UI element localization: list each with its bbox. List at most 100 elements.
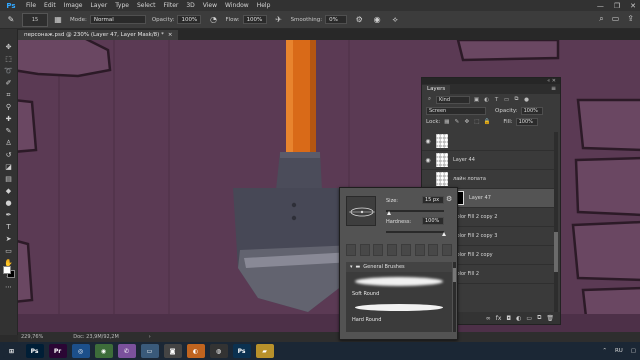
- lasso-tool-icon[interactable]: ➰: [3, 67, 15, 76]
- brush-stroke-preview[interactable]: [350, 274, 448, 288]
- layer-name[interactable]: Color Fill 2 copy 3: [453, 233, 497, 239]
- lock-move-icon[interactable]: ✥: [463, 118, 470, 125]
- menu-filter[interactable]: Filter: [160, 0, 183, 11]
- menu-select[interactable]: Select: [133, 0, 160, 11]
- eye-icon[interactable]: ◉: [422, 157, 434, 164]
- notification-icon[interactable]: ▢: [631, 348, 636, 354]
- pressure-opacity-icon[interactable]: ◔: [207, 14, 219, 26]
- windows-start-icon[interactable]: ⊞: [2, 344, 21, 358]
- layer-thumbnail[interactable]: [436, 153, 448, 167]
- camera-taskbar-icon[interactable]: ◙: [163, 344, 182, 358]
- brush-angle-preview[interactable]: [347, 197, 377, 227]
- brush-stroke-preview[interactable]: [350, 300, 448, 314]
- healing-tool-icon[interactable]: ✚: [3, 115, 15, 124]
- layer-row[interactable]: ◉ Layer 44: [422, 151, 555, 170]
- add-mask-icon[interactable]: ◘: [506, 315, 511, 322]
- premiere-taskbar-icon[interactable]: Pr: [48, 344, 67, 358]
- adjustment-layer-icon[interactable]: ◐: [516, 315, 521, 322]
- blur-tool-icon[interactable]: ◆: [3, 187, 15, 196]
- brush-name[interactable]: Hard Round: [346, 316, 452, 324]
- brush-size-slider[interactable]: [386, 210, 444, 215]
- gear-icon[interactable]: ⚙: [353, 14, 365, 26]
- brush-size-field[interactable]: 15 px: [422, 196, 444, 204]
- quick-select-tool-icon[interactable]: ✐: [3, 79, 15, 88]
- mode-select[interactable]: Normal: [89, 15, 146, 24]
- brush-popup-gear-icon[interactable]: ⚙: [446, 195, 452, 203]
- filter-toggle-icon[interactable]: ●: [523, 96, 530, 103]
- brush-name[interactable]: Soft Round: [346, 290, 452, 298]
- language-indicator[interactable]: RU: [615, 348, 623, 354]
- blend-mode-select[interactable]: Screen: [426, 106, 486, 115]
- search-icon[interactable]: ⌕: [599, 14, 603, 24]
- obs-taskbar-icon[interactable]: ◍: [209, 344, 228, 358]
- layers-scroll-thumb[interactable]: [554, 232, 558, 272]
- layer-thumbnail[interactable]: [436, 134, 448, 148]
- menu-file[interactable]: File: [22, 0, 40, 11]
- monitor-taskbar-icon[interactable]: ▭: [140, 344, 159, 358]
- marquee-tool-icon[interactable]: ⬚: [3, 55, 15, 64]
- photoshop-taskbar-icon[interactable]: Ps: [25, 344, 44, 358]
- opacity-field[interactable]: 100%: [177, 15, 202, 24]
- photoshop2-taskbar-icon[interactable]: Ps: [232, 344, 251, 358]
- fx-icon[interactable]: fx: [496, 315, 502, 322]
- cinema4d-taskbar-icon[interactable]: ◎: [71, 344, 90, 358]
- layer-thumbnail[interactable]: [436, 172, 448, 186]
- document-tab[interactable]: персонаж.psd @ 230% (Layer 47, Layer Mas…: [18, 30, 179, 40]
- brush-list-scroll-thumb[interactable]: [453, 268, 456, 282]
- filter-shape-icon[interactable]: ▭: [503, 96, 510, 103]
- share-icon[interactable]: ⇪: [627, 14, 634, 24]
- pen-tool-icon[interactable]: ✒: [3, 211, 15, 220]
- filter-adjust-icon[interactable]: ◐: [483, 96, 490, 103]
- layer-row[interactable]: ◉: [422, 132, 555, 151]
- new-group-icon[interactable]: ▭: [526, 315, 532, 322]
- close-tab-icon[interactable]: ×: [168, 30, 173, 40]
- recent-brush-tip[interactable]: [428, 244, 439, 256]
- lock-artboard-icon[interactable]: ⬚: [473, 118, 480, 125]
- hardness-knob[interactable]: [441, 232, 446, 236]
- gradient-tool-icon[interactable]: ▤: [3, 175, 15, 184]
- brush-size-knob[interactable]: [386, 211, 391, 215]
- filter-type-icon[interactable]: T: [493, 96, 500, 103]
- eraser-tool-icon[interactable]: ◪: [3, 163, 15, 172]
- lock-paint-icon[interactable]: ✎: [453, 118, 460, 125]
- filter-smart-icon[interactable]: ⧉: [513, 96, 520, 103]
- brush-tool-icon[interactable]: ✎: [0, 11, 22, 29]
- recent-brush-tip[interactable]: [387, 244, 398, 256]
- brush-folder[interactable]: ▾ ▬ General Brushes: [346, 262, 452, 272]
- more-tools-icon[interactable]: ⋯: [3, 283, 15, 292]
- flow-field[interactable]: 100%: [242, 15, 267, 24]
- recent-brush-tip[interactable]: [359, 244, 370, 256]
- layer-name[interactable]: Color Fill 2 copy 2: [453, 214, 497, 220]
- new-layer-icon[interactable]: ⧉: [537, 314, 541, 322]
- layer-name[interactable]: Color Fill 2 copy: [453, 252, 493, 258]
- fill-field[interactable]: 100%: [515, 117, 538, 126]
- close-button[interactable]: ✕: [630, 2, 636, 10]
- layer-name[interactable]: лайн лопата: [453, 176, 486, 182]
- minimize-button[interactable]: —: [597, 2, 604, 10]
- layers-tab[interactable]: Layers: [422, 85, 451, 94]
- foreground-color-swatch[interactable]: [3, 266, 11, 274]
- recent-brush-tip[interactable]: [346, 244, 356, 256]
- stamp-tool-icon[interactable]: ♙: [3, 139, 15, 148]
- menu-layer[interactable]: Layer: [86, 0, 111, 11]
- recent-brush-tip[interactable]: [373, 244, 384, 256]
- menu-image[interactable]: Image: [60, 0, 87, 11]
- chrome-taskbar-icon[interactable]: ◉: [94, 344, 113, 358]
- recent-brush-tip[interactable]: [414, 244, 425, 256]
- shape-tool-icon[interactable]: ▭: [3, 247, 15, 256]
- folder-taskbar-icon[interactable]: ▰: [255, 344, 274, 358]
- path-select-icon[interactable]: ➤: [3, 235, 15, 244]
- eye-icon[interactable]: ◉: [422, 138, 434, 145]
- hardness-slider[interactable]: [386, 231, 446, 236]
- tray-arrow-icon[interactable]: ⌃: [602, 348, 607, 354]
- layer-opacity-field[interactable]: 100%: [520, 106, 543, 115]
- menu-type[interactable]: Type: [111, 0, 133, 11]
- status-arrow-icon[interactable]: ›: [149, 334, 151, 340]
- zoom-readout[interactable]: 229,76%: [21, 334, 43, 340]
- smoothing-field[interactable]: 0%: [325, 15, 348, 24]
- panel-menu-icon[interactable]: ≡: [551, 84, 560, 94]
- workspace-icon[interactable]: ▭: [612, 14, 620, 24]
- lock-all-icon[interactable]: 🔒: [483, 118, 490, 125]
- layer-name[interactable]: Layer 47: [469, 195, 491, 201]
- menu-edit[interactable]: Edit: [40, 0, 60, 11]
